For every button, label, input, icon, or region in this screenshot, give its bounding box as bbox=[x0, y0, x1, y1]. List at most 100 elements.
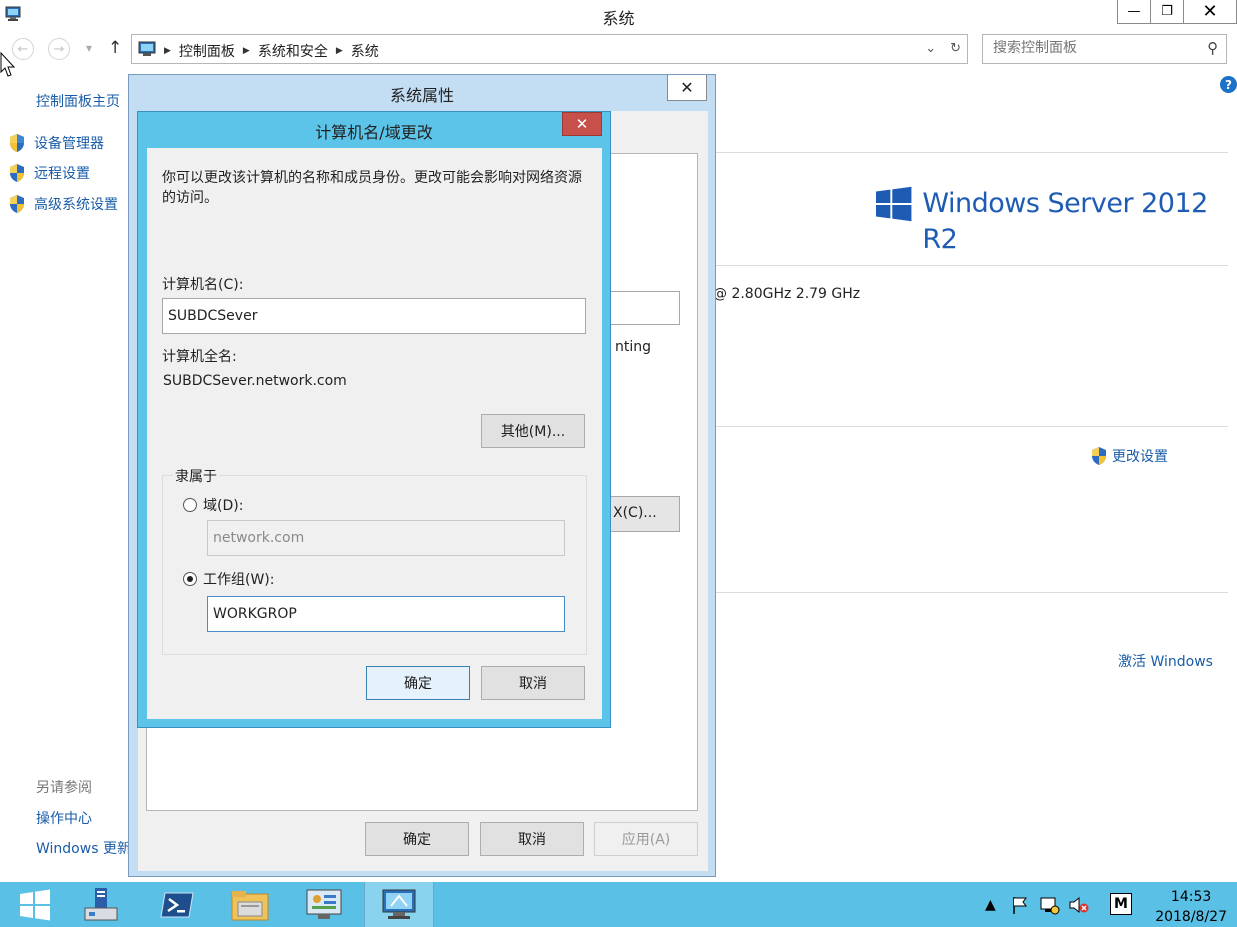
sidebar-home-link[interactable]: 控制面板主页 bbox=[36, 91, 120, 111]
computer-name-label: 计算机名(C): bbox=[162, 277, 244, 293]
taskbar-server-manager[interactable] bbox=[66, 882, 136, 927]
uac-shield-icon bbox=[1092, 447, 1106, 465]
chevron-right-icon[interactable]: ▶ bbox=[243, 46, 250, 56]
workgroup-radio[interactable]: 工作组(W): bbox=[183, 569, 274, 589]
cancel-button[interactable]: 取消 bbox=[480, 822, 584, 856]
uac-shield-icon bbox=[10, 164, 24, 182]
windows-server-brand: Windows Server 2012 R2 bbox=[922, 188, 1208, 255]
sidebar-item-remote-settings[interactable]: 远程设置 bbox=[8, 163, 90, 183]
navigation-bar: ← → ▾ ↑ ▶ 控制面板 ▶ 系统和安全 ▶ 系统 ⌄ ↻ 搜索控制面板 ⚲ bbox=[0, 32, 1237, 66]
workgroup-input[interactable] bbox=[207, 596, 565, 632]
sidebar-link-action-center[interactable]: 操作中心 bbox=[36, 808, 92, 828]
dialog-description: 你可以更改该计算机的名称和成员身份。更改可能会影响对网络资源的访问。 bbox=[162, 170, 582, 206]
member-of-label: 隶属于 bbox=[173, 466, 219, 486]
divider bbox=[716, 592, 1228, 593]
ime-indicator[interactable]: M bbox=[1110, 893, 1132, 915]
close-button[interactable]: ✕ bbox=[562, 112, 602, 136]
partial-text: nting bbox=[615, 339, 652, 355]
apply-button[interactable]: 应用(A) bbox=[594, 822, 698, 856]
chevron-right-icon[interactable]: ▶ bbox=[336, 46, 343, 56]
radio-button[interactable] bbox=[183, 498, 197, 512]
windows-start-icon bbox=[20, 889, 50, 920]
powershell-icon bbox=[160, 892, 194, 917]
refresh-icon[interactable]: ↻ bbox=[950, 41, 961, 56]
uac-shield-icon bbox=[10, 195, 24, 213]
cancel-button[interactable]: 取消 bbox=[481, 666, 585, 700]
workgroup-label: 工作组(W): bbox=[203, 572, 275, 588]
full-name-label: 计算机全名: bbox=[162, 349, 237, 365]
sidebar-item-label: 高级系统设置 bbox=[34, 197, 118, 213]
close-button[interactable]: ✕ bbox=[1183, 0, 1237, 24]
divider bbox=[716, 152, 1228, 153]
sidebar-item-label: 设备管理器 bbox=[34, 136, 104, 152]
divider bbox=[716, 265, 1228, 266]
member-of-group: 隶属于 域(D): 工作组(W): bbox=[162, 466, 587, 655]
up-arrow-icon[interactable]: ↑ bbox=[108, 38, 122, 58]
change-button[interactable]: X(C)... bbox=[610, 496, 680, 532]
chevron-down-icon[interactable]: ⌄ bbox=[925, 41, 936, 56]
windows-server-logo: Windows Server 2012 R2 bbox=[876, 186, 1237, 258]
see-also-heading: 另请参阅 bbox=[36, 780, 92, 796]
volume-muted-icon[interactable] bbox=[1068, 882, 1090, 927]
action-center-flag-icon[interactable] bbox=[1010, 882, 1030, 927]
more-button[interactable]: 其他(M)... bbox=[481, 414, 585, 448]
computer-description-field[interactable] bbox=[610, 291, 680, 325]
domain-radio[interactable]: 域(D): bbox=[183, 495, 243, 515]
help-icon[interactable]: ? bbox=[1220, 76, 1237, 93]
clock-time: 14:53 bbox=[1170, 889, 1212, 905]
address-actions: ⌄ ↻ bbox=[925, 41, 961, 56]
sidebar-item-label: 远程设置 bbox=[34, 166, 90, 182]
computer-name-input[interactable] bbox=[162, 298, 586, 334]
system-icon bbox=[382, 889, 416, 919]
clock-date: 2018/8/27 bbox=[1155, 909, 1227, 925]
chevron-right-icon[interactable]: ▶ bbox=[164, 46, 171, 56]
domain-input[interactable] bbox=[207, 520, 565, 556]
search-input[interactable] bbox=[993, 40, 1193, 56]
breadcrumb-system[interactable]: 系统 bbox=[351, 41, 379, 61]
sidebar-item-advanced-settings[interactable]: 高级系统设置 bbox=[8, 194, 118, 214]
show-hidden-icons[interactable]: ▲ bbox=[985, 882, 996, 927]
breadcrumb: ▶ 控制面板 ▶ 系统和安全 ▶ 系统 bbox=[164, 41, 379, 61]
taskbar-control-panel[interactable] bbox=[289, 882, 359, 927]
control-panel-icon bbox=[138, 41, 156, 56]
computer-name-dialog: 计算机名/域更改 ✕ 你可以更改该计算机的名称和成员身份。更改可能会影响对网络资… bbox=[137, 111, 611, 728]
restore-button[interactable]: ❐ bbox=[1150, 0, 1184, 24]
taskbar: ▲ M 14:53 2018/8/27 bbox=[0, 882, 1237, 927]
search-box[interactable]: ⚲ bbox=[982, 34, 1227, 64]
change-settings-link[interactable]: 更改设置 bbox=[1090, 446, 1168, 466]
sidebar-item-device-manager[interactable]: 设备管理器 bbox=[8, 133, 104, 153]
address-bar[interactable]: ▶ 控制面板 ▶ 系统和安全 ▶ 系统 ⌄ ↻ bbox=[131, 34, 968, 64]
radio-button-selected[interactable] bbox=[183, 572, 197, 586]
close-button[interactable]: ✕ bbox=[667, 75, 707, 101]
processor-speed: @ 2.80GHz 2.79 GHz bbox=[713, 286, 861, 302]
mouse-cursor-icon bbox=[0, 52, 16, 77]
title-bar: 系统 — ❐ ✕ bbox=[0, 0, 1237, 30]
dialog-body: 你可以更改该计算机的名称和成员身份。更改可能会影响对网络资源的访问。 计算机名(… bbox=[147, 148, 602, 719]
dialog-title: 计算机名/域更改 bbox=[315, 123, 433, 142]
dialog-title: 系统属性 bbox=[389, 86, 454, 105]
control-panel-icon bbox=[306, 889, 342, 919]
taskbar-file-explorer[interactable] bbox=[215, 882, 285, 927]
server-manager-icon bbox=[84, 887, 118, 920]
search-icon[interactable]: ⚲ bbox=[1207, 39, 1218, 57]
activate-windows-link[interactable]: 激活 Windows bbox=[1118, 651, 1213, 671]
window-title: 系统 bbox=[602, 9, 635, 28]
breadcrumb-control-panel[interactable]: 控制面板 bbox=[179, 41, 235, 61]
divider bbox=[716, 426, 1228, 427]
breadcrumb-system-security[interactable]: 系统和安全 bbox=[258, 41, 328, 61]
minimize-button[interactable]: — bbox=[1117, 0, 1151, 24]
forward-arrow-icon[interactable]: → bbox=[48, 38, 70, 60]
start-button[interactable] bbox=[0, 882, 70, 927]
full-name-value: SUBDCSever.network.com bbox=[163, 373, 347, 389]
domain-label: 域(D): bbox=[203, 498, 244, 514]
network-icon[interactable] bbox=[1039, 882, 1061, 927]
clock[interactable]: 14:53 2018/8/27 bbox=[1155, 887, 1227, 927]
change-settings-label: 更改设置 bbox=[1112, 449, 1168, 465]
ok-button[interactable]: 确定 bbox=[365, 822, 469, 856]
taskbar-system[interactable] bbox=[364, 882, 434, 927]
recent-locations-icon[interactable]: ▾ bbox=[86, 41, 92, 55]
ok-button[interactable]: 确定 bbox=[366, 666, 470, 700]
uac-shield-icon bbox=[10, 134, 24, 152]
sidebar-link-windows-update[interactable]: Windows 更新 bbox=[36, 838, 131, 858]
taskbar-powershell[interactable] bbox=[142, 882, 212, 927]
